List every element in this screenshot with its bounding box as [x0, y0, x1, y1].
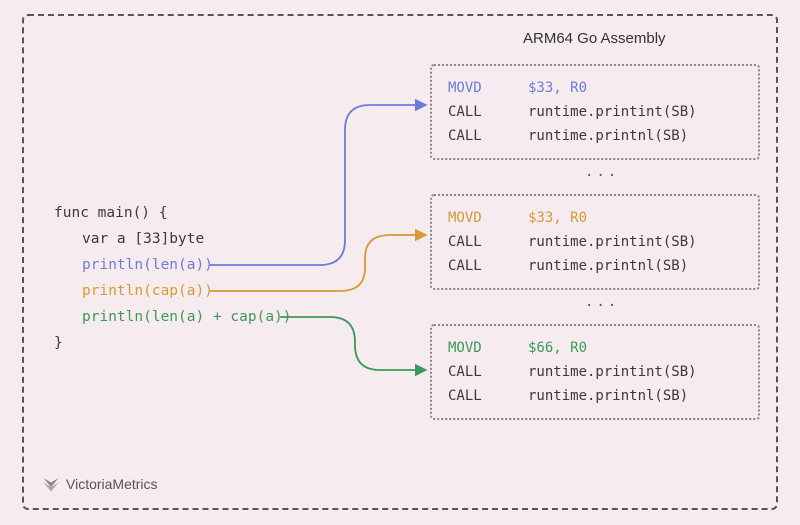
asm-arg: runtime.printnl(SB) — [528, 258, 688, 274]
asm-arg: runtime.printint(SB) — [528, 104, 697, 120]
asm-op: CALL — [448, 384, 528, 408]
logo-icon — [42, 475, 60, 493]
ellipsis: ... — [585, 294, 619, 310]
asm-box-len: MOVD$33, R0 CALLruntime.printint(SB) CAL… — [430, 64, 760, 160]
asm-arg: runtime.printint(SB) — [528, 234, 697, 250]
asm-arg: $66, R0 — [528, 340, 587, 356]
asm-box-lencap: MOVD$66, R0 CALLruntime.printint(SB) CAL… — [430, 324, 760, 420]
code-line-cap: println(cap(a)) — [54, 278, 292, 304]
go-code-block: func main() { var a [33]byte println(len… — [54, 200, 292, 356]
code-line: func main() { — [54, 200, 292, 226]
asm-op: CALL — [448, 124, 528, 148]
code-line-lencap: println(len(a) + cap(a)) — [54, 304, 292, 330]
asm-arg: $33, R0 — [528, 210, 587, 226]
asm-arg: runtime.printint(SB) — [528, 364, 697, 380]
attribution-text: VictoriaMetrics — [66, 476, 158, 492]
asm-arg: $33, R0 — [528, 80, 587, 96]
asm-op: CALL — [448, 360, 528, 384]
asm-op: CALL — [448, 230, 528, 254]
ellipsis: ... — [585, 164, 619, 180]
code-line-len: println(len(a)) — [54, 252, 292, 278]
asm-arg: runtime.printnl(SB) — [528, 128, 688, 144]
asm-op: CALL — [448, 100, 528, 124]
asm-op: MOVD — [448, 336, 528, 360]
code-line: var a [33]byte — [54, 226, 292, 252]
asm-op: CALL — [448, 254, 528, 278]
code-line: } — [54, 330, 292, 356]
asm-box-cap: MOVD$33, R0 CALLruntime.printint(SB) CAL… — [430, 194, 760, 290]
asm-op: MOVD — [448, 206, 528, 230]
asm-arg: runtime.printnl(SB) — [528, 388, 688, 404]
assembly-title: ARM64 Go Assembly — [523, 30, 666, 47]
attribution: VictoriaMetrics — [42, 475, 158, 493]
asm-op: MOVD — [448, 76, 528, 100]
